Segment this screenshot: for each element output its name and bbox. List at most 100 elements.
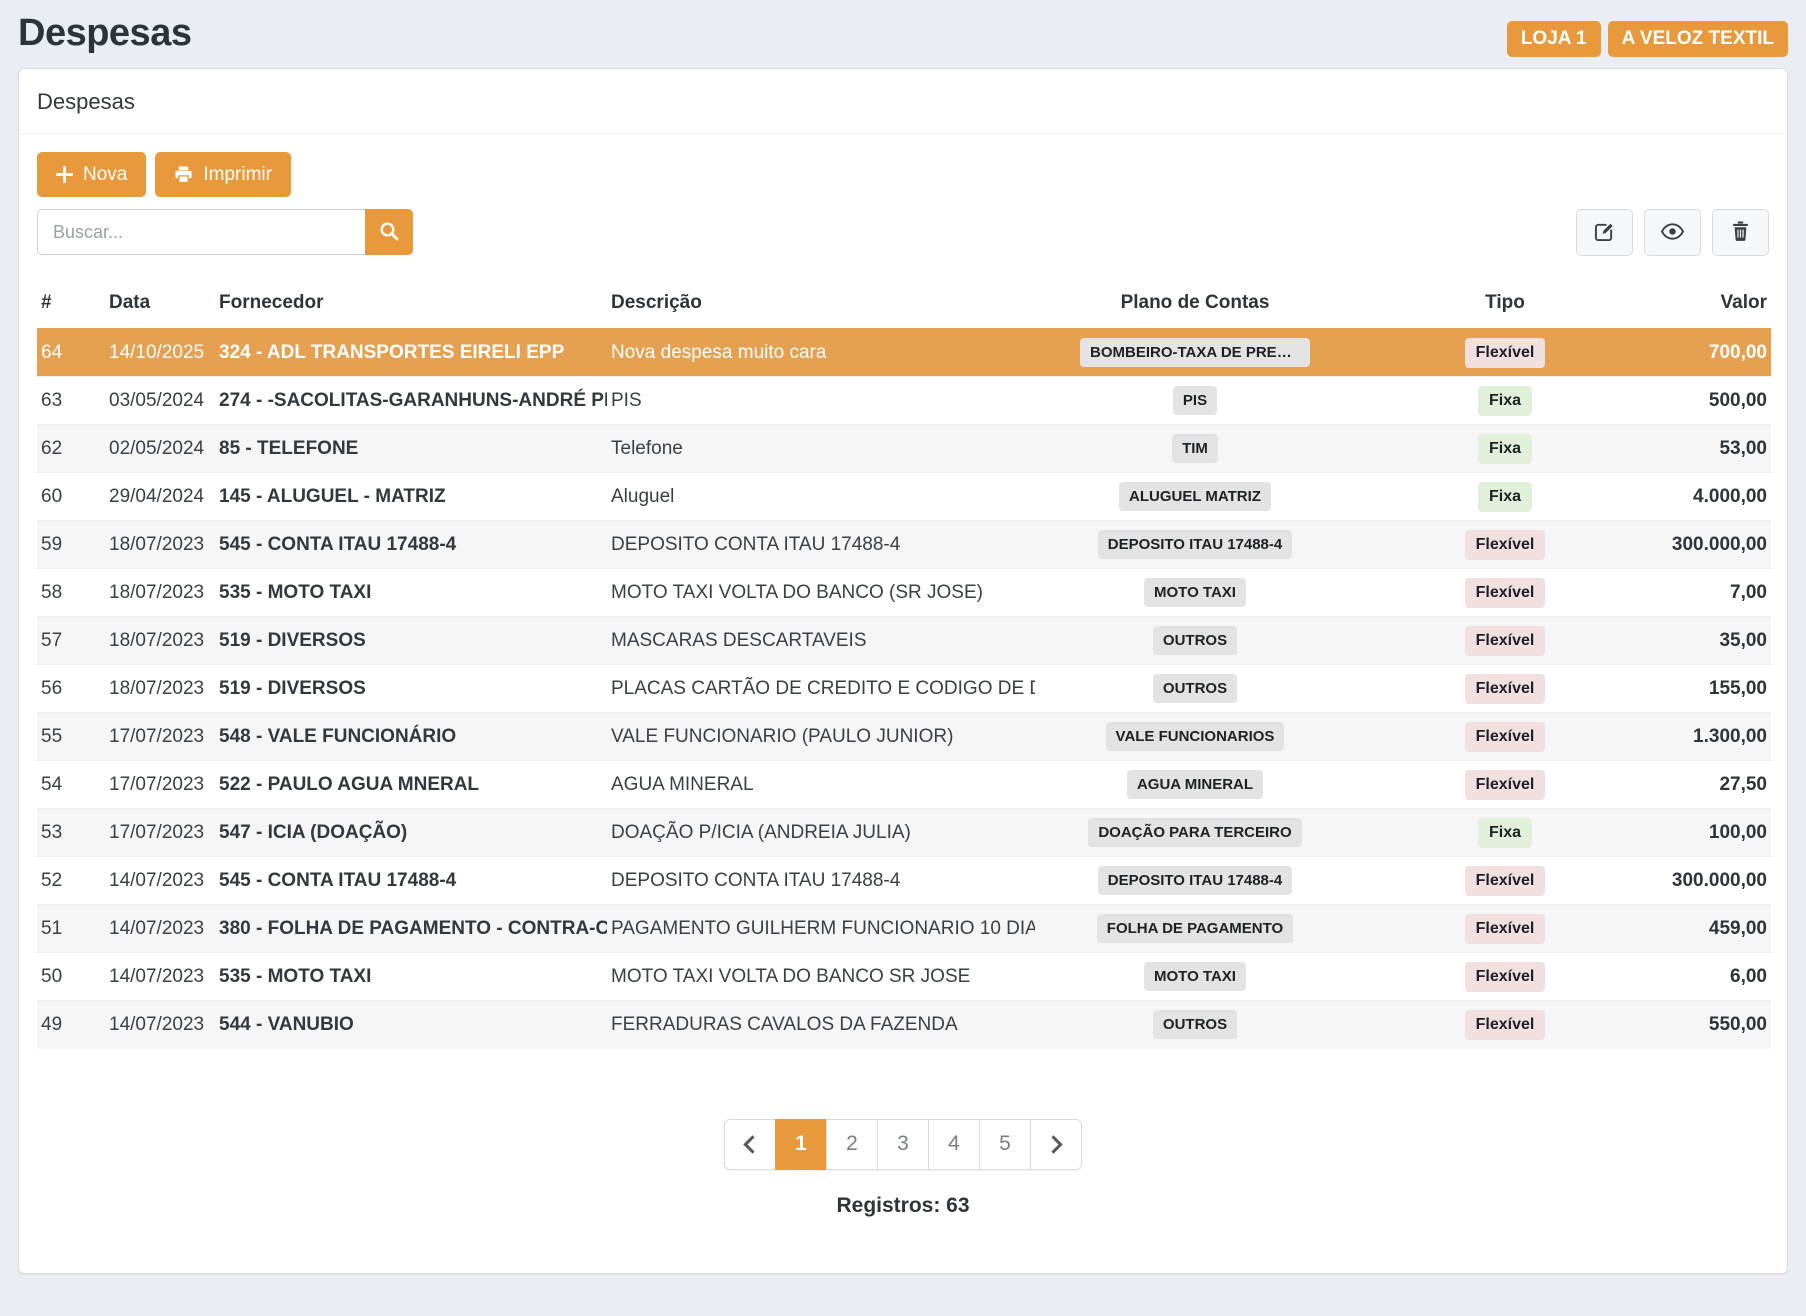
cell-id: 55 xyxy=(37,713,105,761)
pagination-next[interactable] xyxy=(1030,1119,1082,1170)
table-row[interactable]: 5014/07/2023535 - MOTO TAXIMOTO TAXI VOL… xyxy=(37,953,1771,1001)
plan-badge: DEPOSITO ITAU 17488-4 xyxy=(1098,530,1293,559)
type-badge: Flexível xyxy=(1465,722,1546,752)
table-row[interactable]: 5417/07/2023522 - PAULO AGUA MNERALAGUA … xyxy=(37,761,1771,809)
table-row[interactable]: 5214/07/2023545 - CONTA ITAU 17488-4DEPO… xyxy=(37,857,1771,905)
cell-plan: DOAÇÃO PARA TERCEIRO xyxy=(1035,809,1355,857)
pagination-prev[interactable] xyxy=(724,1119,776,1170)
cell-date: 02/05/2024 xyxy=(105,425,215,473)
cell-description: MOTO TAXI VOLTA DO BANCO SR JOSE xyxy=(607,953,1035,1001)
search-input[interactable] xyxy=(37,209,365,255)
delete-button[interactable] xyxy=(1712,209,1769,256)
store-badge[interactable]: LOJA 1 xyxy=(1507,21,1601,57)
cell-type: Fixa xyxy=(1355,425,1655,473)
table-row[interactable]: 5618/07/2023519 - DIVERSOSPLACAS CARTÃO … xyxy=(37,665,1771,713)
table-row[interactable]: 4914/07/2023544 - VANUBIOFERRADURAS CAVA… xyxy=(37,1001,1771,1049)
cell-date: 29/04/2024 xyxy=(105,473,215,521)
cell-id: 51 xyxy=(37,905,105,953)
print-button[interactable]: Imprimir xyxy=(155,152,291,197)
cell-supplier: 522 - PAULO AGUA MNERAL xyxy=(215,761,607,809)
type-badge: Flexível xyxy=(1465,770,1546,800)
cell-value: 53,00 xyxy=(1655,425,1771,473)
records-count: Registros: 63 xyxy=(37,1194,1769,1218)
table-row[interactable]: 6029/04/2024145 - ALUGUEL - MATRIZAlugue… xyxy=(37,473,1771,521)
table-row[interactable]: 6303/05/2024274 - -SACOLITAS-GARANHUNS-A… xyxy=(37,377,1771,425)
table-row[interactable]: 6414/10/2025324 - ADL TRANSPORTES EIRELI… xyxy=(37,329,1771,377)
store-badge[interactable]: A VELOZ TEXTIL xyxy=(1608,21,1788,57)
table-row[interactable]: 5317/07/2023547 - ICIA (DOAÇÃO)DOAÇÃO P/… xyxy=(37,809,1771,857)
plan-badge: OUTROS xyxy=(1153,626,1237,655)
view-button[interactable] xyxy=(1644,209,1701,256)
cell-type: Flexível xyxy=(1355,761,1655,809)
table-row[interactable]: 5918/07/2023545 - CONTA ITAU 17488-4DEPO… xyxy=(37,521,1771,569)
cell-description: DEPOSITO CONTA ITAU 17488-4 xyxy=(607,521,1035,569)
cell-description: PAGAMENTO GUILHERM FUNCIONARIO 10 DIAS xyxy=(607,905,1035,953)
table-row[interactable]: 5517/07/2023548 - VALE FUNCIONÁRIOVALE F… xyxy=(37,713,1771,761)
cell-date: 18/07/2023 xyxy=(105,665,215,713)
expenses-table: # Data Fornecedor Descrição Plano de Con… xyxy=(37,284,1771,1049)
cell-value: 27,50 xyxy=(1655,761,1771,809)
cell-id: 62 xyxy=(37,425,105,473)
cell-value: 155,00 xyxy=(1655,665,1771,713)
table-row[interactable]: 6202/05/202485 - TELEFONETelefoneTIMFixa… xyxy=(37,425,1771,473)
pagination-page-1[interactable]: 1 xyxy=(775,1119,827,1170)
pagination-page-5[interactable]: 5 xyxy=(979,1119,1031,1170)
type-badge: Flexível xyxy=(1465,578,1546,608)
cell-type: Flexível xyxy=(1355,329,1655,377)
cell-description: PIS xyxy=(607,377,1035,425)
cell-id: 49 xyxy=(37,1001,105,1049)
pagination-page-4[interactable]: 4 xyxy=(928,1119,980,1170)
cell-plan: PIS xyxy=(1035,377,1355,425)
cell-supplier: 544 - VANUBIO xyxy=(215,1001,607,1049)
cell-value: 7,00 xyxy=(1655,569,1771,617)
cell-type: Flexível xyxy=(1355,857,1655,905)
table-row[interactable]: 5114/07/2023380 - FOLHA DE PAGAMENTO - C… xyxy=(37,905,1771,953)
new-button[interactable]: Nova xyxy=(37,152,146,197)
cell-supplier: 85 - TELEFONE xyxy=(215,425,607,473)
column-header-value: Valor xyxy=(1655,284,1771,329)
pagination-page-2[interactable]: 2 xyxy=(826,1119,878,1170)
card-title: Despesas xyxy=(19,69,1787,134)
column-header-type: Tipo xyxy=(1355,284,1655,329)
cell-date: 14/07/2023 xyxy=(105,1001,215,1049)
type-badge: Fixa xyxy=(1478,434,1532,464)
cell-description: Telefone xyxy=(607,425,1035,473)
cell-id: 63 xyxy=(37,377,105,425)
cell-type: Fixa xyxy=(1355,809,1655,857)
cell-type: Fixa xyxy=(1355,377,1655,425)
table-row[interactable]: 5718/07/2023519 - DIVERSOSMASCARAS DESCA… xyxy=(37,617,1771,665)
cell-value: 4.000,00 xyxy=(1655,473,1771,521)
cell-description: Nova despesa muito cara xyxy=(607,329,1035,377)
cell-date: 14/07/2023 xyxy=(105,953,215,1001)
column-header-supplier: Fornecedor xyxy=(215,284,607,329)
row-action-buttons xyxy=(1576,209,1769,256)
cell-plan: ALUGUEL MATRIZ xyxy=(1035,473,1355,521)
search-button[interactable] xyxy=(365,209,413,255)
type-badge: Flexível xyxy=(1465,530,1546,560)
cell-date: 17/07/2023 xyxy=(105,809,215,857)
edit-button[interactable] xyxy=(1576,209,1633,256)
expenses-card: Despesas Nova xyxy=(18,68,1788,1274)
cell-id: 60 xyxy=(37,473,105,521)
pagination-wrap: 12345 xyxy=(37,1119,1769,1170)
printer-icon xyxy=(174,165,193,184)
pagination: 12345 xyxy=(724,1119,1082,1170)
cell-id: 57 xyxy=(37,617,105,665)
cell-type: Flexível xyxy=(1355,905,1655,953)
cell-type: Flexível xyxy=(1355,569,1655,617)
toolbar: Nova Imprimir xyxy=(37,152,1769,197)
plan-badge: MOTO TAXI xyxy=(1144,578,1246,607)
table-row[interactable]: 5818/07/2023535 - MOTO TAXIMOTO TAXI VOL… xyxy=(37,569,1771,617)
cell-type: Flexível xyxy=(1355,953,1655,1001)
chevron-left-icon xyxy=(743,1135,761,1153)
plan-badge: DOAÇÃO PARA TERCEIRO xyxy=(1088,818,1301,847)
cell-supplier: 145 - ALUGUEL - MATRIZ xyxy=(215,473,607,521)
page: Despesas LOJA 1A VELOZ TEXTIL Despesas N… xyxy=(0,0,1806,1274)
cell-plan: MOTO TAXI xyxy=(1035,953,1355,1001)
pagination-page-3[interactable]: 3 xyxy=(877,1119,929,1170)
cell-description: MASCARAS DESCARTAVEIS xyxy=(607,617,1035,665)
cell-type: Flexível xyxy=(1355,713,1655,761)
column-header-date: Data xyxy=(105,284,215,329)
cell-date: 14/07/2023 xyxy=(105,857,215,905)
cell-description: FERRADURAS CAVALOS DA FAZENDA xyxy=(607,1001,1035,1049)
